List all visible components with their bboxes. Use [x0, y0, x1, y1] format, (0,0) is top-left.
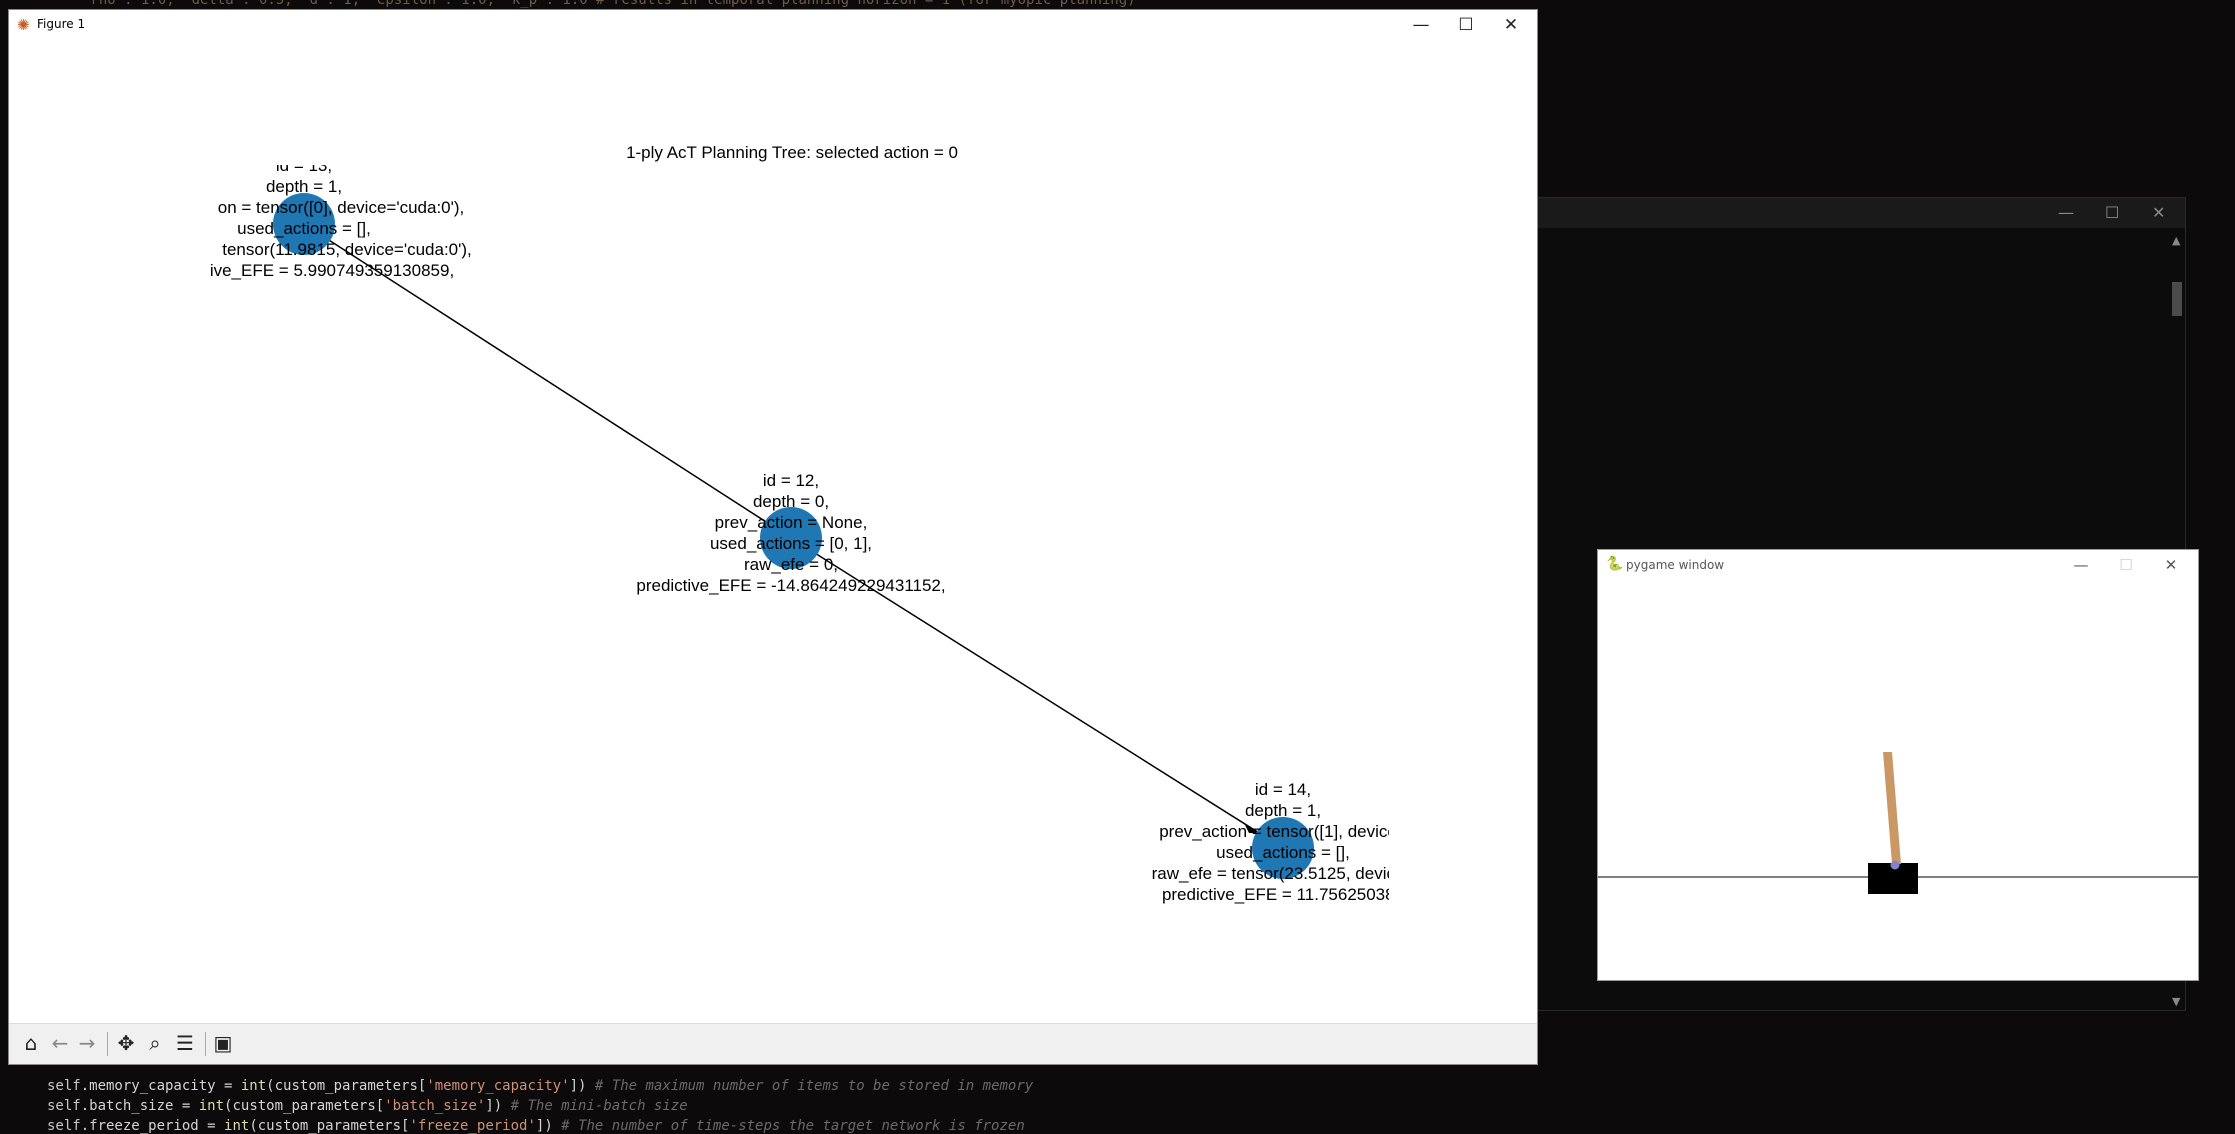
maximize-button[interactable]: ☐ [1446, 12, 1486, 38]
node-label-line: used_actions = [0, 1], [710, 534, 872, 553]
scrollbar-thumb[interactable] [2172, 282, 2182, 316]
maximize-button[interactable]: ☐ [2105, 203, 2119, 222]
cartpole-render [1598, 752, 2198, 894]
scroll-down-icon[interactable]: ▼ [2172, 995, 2180, 1008]
plot-title: 1-ply AcT Planning Tree: selected action… [626, 143, 958, 162]
node-label-line: id = 14, [1255, 780, 1311, 799]
matplotlib-icon: ✺ [17, 16, 30, 34]
window-title: Figure 1 [37, 17, 86, 31]
code-self: self [47, 1118, 81, 1134]
navigation-toolbar: ⌂ ← → ✥ ⌕ ☰ ▣ [9, 1023, 1537, 1064]
node-label-line: raw_efe = tensor(23.5125, device= [1152, 864, 1415, 883]
node-label-line: tensor(11.9815, device='cuda:0'), [222, 240, 472, 259]
axle [1890, 860, 1900, 870]
save-icon[interactable]: ▣ [209, 1029, 237, 1057]
code-self: self [47, 1078, 81, 1094]
terminal-titlebar[interactable]: — ☐ ✕ [1538, 198, 2185, 228]
code-func: int [224, 1118, 250, 1134]
code-line-2: self.batch_size = int(custom_parameters[… [47, 1098, 688, 1114]
close-button[interactable]: ✕ [2151, 552, 2191, 578]
node-label-line: depth = 1, [1245, 801, 1321, 820]
code-open: (custom_parameters[ [266, 1078, 427, 1094]
code-key: 'freeze_period' [409, 1118, 536, 1134]
pygame-window[interactable]: 🐍 pygame window — ☐ ✕ [1597, 549, 2199, 981]
code-func: int [240, 1078, 267, 1094]
close-button[interactable]: ✕ [2152, 203, 2165, 222]
figure-window[interactable]: ✺ Figure 1 — ☐ ✕ 1-ply AcT Planning Tree… [8, 9, 1538, 1065]
minimize-button[interactable]: — [1401, 12, 1441, 38]
code-key: 'memory_capacity' [426, 1078, 570, 1094]
figure-titlebar[interactable]: ✺ Figure 1 — ☐ ✕ [9, 10, 1537, 40]
scroll-up-icon[interactable]: ▲ [2172, 234, 2180, 247]
code-close: ]) [535, 1118, 553, 1134]
code-open: (custom_parameters[ [224, 1098, 385, 1114]
code-attr: .memory_capacity = [80, 1078, 241, 1094]
node-label-line: predictive_EFE = -14.864249229431152, [636, 576, 945, 595]
code-close: ]) [485, 1098, 503, 1114]
forward-icon[interactable]: → [73, 1029, 101, 1057]
pan-icon[interactable]: ✥ [112, 1029, 140, 1057]
zoom-icon[interactable]: ⌕ [141, 1029, 169, 1057]
node-label-line: prev_action = None, [715, 513, 868, 532]
node-label-line: id = 13, [276, 156, 332, 175]
node-label-line: used_actions = [], [1216, 843, 1350, 862]
code-comment: # The number of time-steps the target ne… [552, 1118, 1025, 1134]
close-button[interactable]: ✕ [1491, 12, 1531, 38]
node-label-line: depth = 0, [753, 492, 829, 511]
toolbar-separator [107, 1032, 108, 1056]
code-attr: .batch_size = [80, 1098, 199, 1114]
node-label-line: ive_EFE = 5.990749359130859, [210, 261, 454, 280]
node-label-line: depth = 1, [266, 177, 342, 196]
pole [1883, 752, 1901, 864]
node-label-line: id = 12, [763, 471, 819, 490]
code-line-3: self.freeze_period = int(custom_paramete… [47, 1118, 1025, 1134]
home-icon[interactable]: ⌂ [17, 1029, 45, 1057]
code-line-1: self.memory_capacity = int(custom_parame… [47, 1078, 1033, 1094]
maximize-button[interactable]: ☐ [2106, 552, 2146, 578]
back-icon[interactable]: ← [46, 1029, 74, 1057]
configure-subplots-icon[interactable]: ☰ [171, 1029, 199, 1057]
node-label-line: on = tensor([0], device='cuda:0'), [218, 198, 465, 217]
node-label-line: raw_efe = 0, [744, 555, 838, 574]
code-self: self [47, 1098, 81, 1114]
code-comment: # The mini-batch size [502, 1098, 688, 1114]
snake-icon: 🐍 [1606, 556, 1624, 572]
code-attr: .freeze_period = [80, 1118, 225, 1134]
code-key: 'batch_size' [384, 1098, 486, 1114]
node-label-line: used_actions = [], [237, 219, 371, 238]
node-label-line: prev_action = tensor([1], device= [1159, 822, 1407, 841]
code-open: (custom_parameters[ [249, 1118, 410, 1134]
planning-tree-plot: 1-ply AcT Planning Tree: selected action… [210, 143, 1415, 904]
minimize-button[interactable]: — [2061, 552, 2101, 578]
code-func: int [198, 1098, 225, 1114]
minimize-button[interactable]: — [2058, 203, 2074, 222]
code-close: ]) [569, 1078, 587, 1094]
pygame-titlebar[interactable]: 🐍 pygame window — ☐ ✕ [1598, 550, 2198, 580]
code-line-top: 'rho': 1.0, 'delta': 0.5, 'd': 1, 'epsil… [82, 0, 1136, 8]
window-title: pygame window [1626, 558, 1725, 572]
toolbar-separator [205, 1032, 206, 1056]
node-label-line: predictive_EFE = 11.756250381 [1162, 885, 1404, 904]
code-comment: # The maximum number of items to be stor… [586, 1078, 1034, 1094]
